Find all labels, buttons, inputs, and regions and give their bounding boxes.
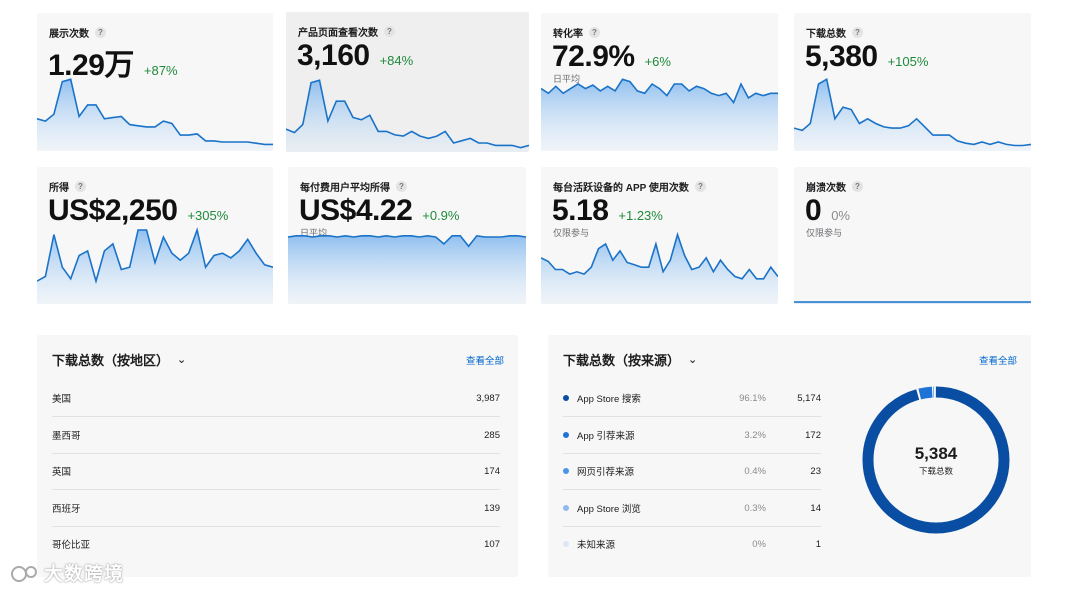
metric-change: +105% — [887, 54, 929, 69]
metric-title: 展示次数 — [49, 29, 89, 40]
chevron-down-icon[interactable]: ⌄ — [688, 353, 697, 366]
downloads-by-region-panel: 下载总数（按地区） ⌄ 查看全部 美国 3,987 墨西哥 285 英国 174 西班牙… — [37, 335, 518, 577]
watermark-logo: 大数跨境 — [10, 559, 124, 586]
list-item[interactable]: 未知来源 0% 1 — [563, 526, 821, 562]
metric-title: 所得 — [49, 183, 69, 194]
metric-card-sessions-per-device[interactable]: 每台活跃设备的 APP 使用次数? 5.18 +1.23% 仅限参与 — [541, 167, 778, 304]
metric-card-conversion-rate[interactable]: 转化率? 72.9% +6% 日平均 — [541, 13, 778, 151]
view-all-link[interactable]: 查看全部 — [466, 353, 504, 367]
legend-dot — [563, 505, 569, 511]
metric-title: 产品页面查看次数 — [298, 28, 378, 39]
legend-dot — [563, 541, 569, 547]
metric-change: +0.9% — [422, 208, 460, 223]
list-item[interactable]: App 引荐来源 3.2% 172 — [563, 417, 821, 454]
help-icon[interactable]: ? — [852, 181, 863, 192]
sparkline-area — [37, 230, 273, 304]
metric-value: 5,380 — [805, 40, 878, 73]
list-item[interactable]: App Store 搜索 96.1% 5,174 — [563, 380, 821, 417]
donut-total-label: 下载总数 — [918, 465, 953, 476]
metric-title: 下载总数 — [806, 29, 846, 40]
table-row[interactable]: 美国 3,987 — [52, 380, 500, 417]
metric-value: 0 — [805, 194, 822, 227]
metric-value: 72.9% — [552, 40, 635, 73]
metric-title: 每台活跃设备的 APP 使用次数 — [553, 183, 689, 194]
sparkline-chart — [37, 227, 273, 304]
sparkline-chart — [288, 234, 526, 304]
sparkline-area — [288, 235, 526, 304]
metric-value: 3,160 — [297, 39, 370, 72]
help-icon[interactable]: ? — [852, 27, 863, 38]
help-icon[interactable]: ? — [75, 181, 86, 192]
sparkline-chart — [794, 301, 1031, 304]
metric-change: +305% — [187, 208, 229, 223]
sparkline-chart — [286, 79, 529, 152]
table-row[interactable]: 英国 174 — [52, 453, 500, 490]
help-icon[interactable]: ? — [589, 27, 600, 38]
table-row[interactable]: 西班牙 139 — [52, 490, 500, 527]
legend-dot — [563, 395, 569, 401]
metric-card-product-page-views[interactable]: 产品页面查看次数? 3,160 +84% — [286, 12, 529, 152]
panel-title[interactable]: 下载总数（按地区） ⌄ — [52, 350, 186, 369]
metric-value: US$4.22 — [299, 194, 413, 227]
legend-dot — [563, 432, 569, 438]
metric-value: 5.18 — [552, 194, 609, 227]
metric-change: +1.23% — [618, 208, 663, 223]
downloads-by-source-panel: 下载总数（按来源） ⌄ 查看全部 App Store 搜索 96.1% 5,174… — [548, 335, 1031, 577]
sparkline-chart — [541, 231, 778, 304]
legend-dot — [563, 468, 569, 474]
table-row[interactable]: 哥伦比亚 107 — [52, 526, 500, 562]
sparkline-chart — [541, 78, 778, 151]
list-item[interactable]: App Store 浏览 0.3% 14 — [563, 490, 821, 527]
chevron-down-icon[interactable]: ⌄ — [177, 353, 186, 366]
metric-change: +6% — [644, 54, 671, 69]
list-item[interactable]: 网页引荐来源 0.4% 23 — [563, 453, 821, 490]
metric-title: 每付费用户平均所得 — [300, 183, 390, 194]
help-icon[interactable]: ? — [95, 27, 106, 38]
metric-title: 崩溃次数 — [806, 183, 846, 194]
metric-title: 转化率 — [553, 29, 583, 40]
sparkline-area — [541, 234, 778, 304]
watermark-icon — [11, 565, 37, 582]
sparkline-chart — [37, 78, 273, 151]
metric-change: +84% — [379, 53, 414, 68]
panel-title[interactable]: 下载总数（按来源） ⌄ — [563, 350, 697, 369]
view-all-link[interactable]: 查看全部 — [979, 353, 1017, 367]
metric-card-total-downloads[interactable]: 下载总数? 5,380 +105% — [794, 13, 1031, 151]
donut-total: 5,384 — [914, 443, 958, 463]
metric-card-arppu[interactable]: 每付费用户平均所得? US$4.22 +0.9% 日平均 — [288, 167, 526, 304]
sparkline-chart — [794, 78, 1031, 151]
help-icon[interactable]: ? — [396, 181, 407, 192]
metric-value: US$2,250 — [48, 194, 178, 227]
metric-card-crashes[interactable]: 崩溃次数? 0 0% 仅限参与 — [794, 167, 1031, 304]
metric-change: 0% — [831, 208, 850, 223]
help-icon[interactable]: ? — [384, 26, 395, 37]
sparkline-area — [541, 79, 778, 151]
metric-card-impressions[interactable]: 展示次数? 1.29万 +87% — [37, 13, 273, 151]
table-row[interactable]: 墨西哥 285 — [52, 417, 500, 454]
metric-card-proceeds[interactable]: 所得? US$2,250 +305% — [37, 167, 273, 304]
help-icon[interactable]: ? — [694, 181, 706, 192]
